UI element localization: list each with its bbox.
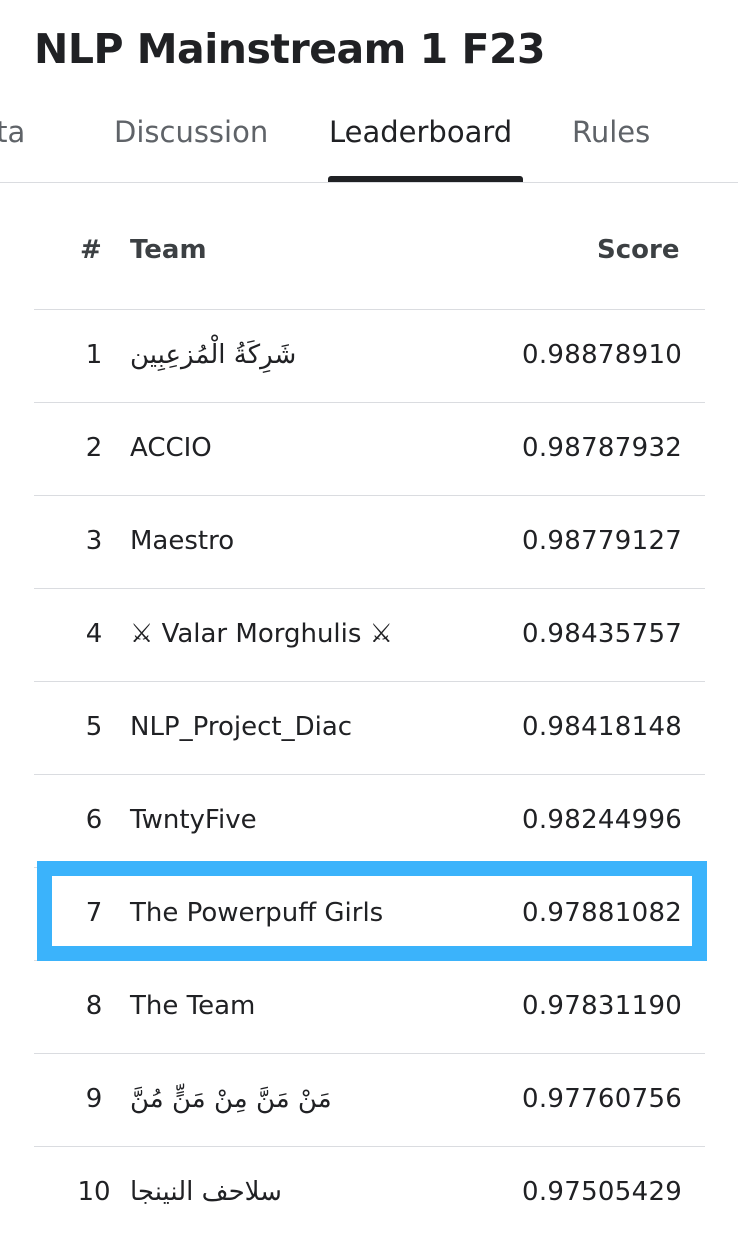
active-tab-indicator	[328, 176, 523, 182]
leaderboard-row[interactable]: 8 The Team 0.97831190	[34, 961, 705, 1054]
leaderboard-row[interactable]: 4 ⚔ Valar Morghulis ⚔ 0.98435757	[34, 589, 705, 682]
score-cell: 0.97760756	[522, 1084, 683, 1114]
tab-bar: Data Discussion Leaderboard Rules	[0, 96, 738, 183]
leaderboard-row[interactable]: 1 شَرِكَةُ الْمُزعِبِين 0.98878910	[34, 310, 705, 403]
rank-cell: 8	[85, 991, 103, 1021]
score-cell: 0.98878910	[522, 340, 683, 370]
leaderboard-row[interactable]: 2 ACCIO 0.98787932	[34, 403, 705, 496]
team-name-cell: TwntyFive	[130, 805, 257, 835]
rank-cell: 3	[85, 526, 103, 556]
leaderboard-table: # Team Score 1 شَرِكَةُ الْمُزعِبِين 0.9…	[34, 183, 705, 1239]
team-name-cell: The Powerpuff Girls	[130, 898, 384, 928]
column-header-rank: #	[80, 235, 102, 265]
score-cell: 0.97831190	[522, 991, 683, 1021]
rank-cell: 1	[85, 340, 103, 370]
leaderboard-row[interactable]: 5 NLP_Project_Diac 0.98418148	[34, 682, 705, 775]
score-cell: 0.98418148	[522, 712, 683, 742]
score-cell: 0.97505429	[522, 1177, 683, 1207]
team-name-cell: ACCIO	[130, 433, 212, 463]
leaderboard-row-highlighted[interactable]: 7 The Powerpuff Girls 0.97881082	[34, 868, 705, 961]
team-name-cell: مَنْ مَنَّ مِنْ مَنٍّ مُنَّ	[130, 1084, 332, 1114]
rank-cell: 6	[85, 805, 103, 835]
team-name-cell: NLP_Project_Diac	[130, 712, 353, 742]
leaderboard-row[interactable]: 9 مَنْ مَنَّ مِنْ مَنٍّ مُنَّ 0.97760756	[34, 1054, 705, 1147]
tab-leaderboard[interactable]: Leaderboard	[329, 110, 512, 154]
rank-cell: 2	[85, 433, 103, 463]
team-name-cell: Maestro	[130, 526, 235, 556]
tab-data[interactable]: Data	[0, 110, 25, 154]
score-cell: 0.98779127	[522, 526, 683, 556]
rank-cell: 5	[85, 712, 103, 742]
leaderboard-row[interactable]: 3 Maestro 0.98779127	[34, 496, 705, 589]
team-name-cell: سلاحف النينجا	[130, 1177, 282, 1207]
column-header-score[interactable]: Score	[597, 231, 679, 269]
tab-rules[interactable]: Rules	[572, 110, 650, 154]
score-cell: 0.98435757	[522, 619, 683, 649]
score-cell: 0.98787932	[522, 433, 683, 463]
rank-cell: 9	[85, 1084, 103, 1114]
page-title: NLP Mainstream 1 F23	[34, 25, 546, 73]
rank-cell: 7	[85, 898, 103, 928]
leaderboard-header-row: # Team Score	[34, 183, 705, 310]
team-name-cell: The Team	[130, 991, 256, 1021]
tab-discussion[interactable]: Discussion	[114, 110, 268, 154]
rank-cell: 4	[85, 619, 103, 649]
rank-cell: 10	[77, 1177, 111, 1207]
column-header-team: Team	[130, 235, 207, 265]
team-name-cell: شَرِكَةُ الْمُزعِبِين	[130, 340, 297, 370]
leaderboard-row[interactable]: 10 سلاحف النينجا 0.97505429	[34, 1147, 705, 1239]
score-cell: 0.97881082	[522, 898, 683, 928]
team-name-cell: ⚔ Valar Morghulis ⚔	[130, 619, 393, 649]
score-cell: 0.98244996	[522, 805, 683, 835]
leaderboard-row[interactable]: 6 TwntyFive 0.98244996	[34, 775, 705, 868]
